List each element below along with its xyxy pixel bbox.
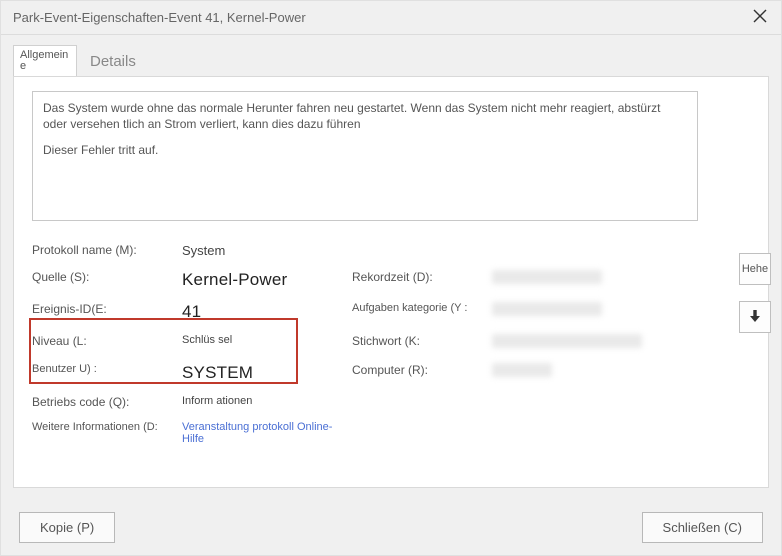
value-source: Kernel-Power xyxy=(182,270,342,290)
description-line1: Das System wurde ohne das normale Herunt… xyxy=(43,100,687,132)
value-taskcat xyxy=(492,302,602,316)
copy-button[interactable]: Kopie (P) xyxy=(19,512,115,543)
description-line2: Dieser Fehler tritt auf. xyxy=(43,142,687,158)
label-logname: Protokoll name (M): xyxy=(32,243,172,257)
arrow-down-icon xyxy=(748,309,762,326)
side-buttons: Hehe xyxy=(739,253,771,333)
value-recordtime xyxy=(492,270,602,284)
value-logname: System xyxy=(182,243,342,258)
general-panel: Das System wurde ohne das normale Herunt… xyxy=(13,76,769,488)
window-title: Park-Event-Eigenschaften-Event 41, Kerne… xyxy=(13,10,306,25)
value-level: Schlüs sel xyxy=(182,334,342,346)
dialog-footer: Kopie (P) Schließen (C) xyxy=(1,500,781,555)
value-computer xyxy=(492,363,552,377)
close-icon[interactable] xyxy=(751,7,769,28)
down-arrow-button[interactable] xyxy=(739,301,771,333)
tab-general[interactable]: Allgemeine xyxy=(13,45,77,77)
label-source: Quelle (S): xyxy=(32,270,172,284)
value-eventid: 41 xyxy=(182,302,342,322)
label-user: Benutzer U) : xyxy=(32,363,172,375)
label-keyword: Stichwort (K: xyxy=(352,334,482,348)
close-button[interactable]: Schließen (C) xyxy=(642,512,763,543)
label-level: Niveau (L: xyxy=(32,334,172,348)
label-recordtime: Rekordzeit (D): xyxy=(352,270,482,284)
details-grid: Protokoll name (M): System Quelle (S): K… xyxy=(32,243,698,445)
value-user: SYSTEM xyxy=(182,363,342,383)
titlebar: Park-Event-Eigenschaften-Event 41, Kerne… xyxy=(1,1,781,35)
tab-details[interactable]: Details xyxy=(77,46,149,77)
link-online-help[interactable]: Veranstaltung protokoll Online-Hilfe xyxy=(182,421,342,445)
value-keyword xyxy=(492,334,642,348)
description-textbox[interactable]: Das System wurde ohne das normale Herunt… xyxy=(32,91,698,221)
dialog-window: Park-Event-Eigenschaften-Event 41, Kerne… xyxy=(0,0,782,556)
label-eventid: Ereignis-ID(E: xyxy=(32,302,172,316)
dialog-body: Allgemeine Details Das System wurde ohne… xyxy=(1,35,781,500)
label-moreinfo: Weitere Informationen (D: xyxy=(32,421,172,433)
label-opcode: Betriebs code (Q): xyxy=(32,395,172,409)
hehe-button[interactable]: Hehe xyxy=(739,253,771,285)
value-opcode: Inform ationen xyxy=(182,395,342,407)
tabstrip: Allgemeine Details xyxy=(13,45,769,77)
label-taskcat: Aufgaben kategorie (Y : xyxy=(352,302,482,314)
label-computer: Computer (R): xyxy=(352,363,482,377)
